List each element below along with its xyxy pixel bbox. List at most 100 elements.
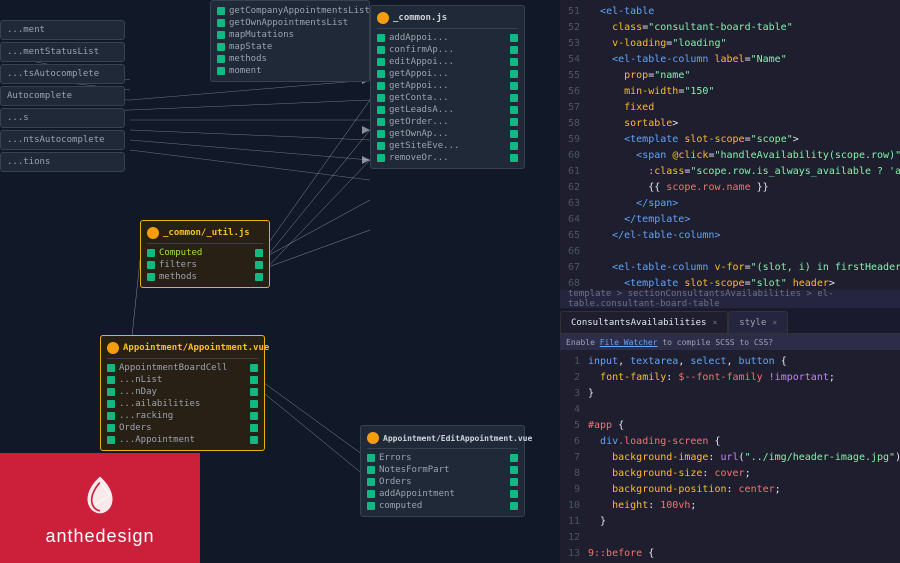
port-right [250,376,258,384]
code-line: 5#app { [560,418,900,434]
node-edit-appointment: Appointment/EditAppointment.vue Errors N… [360,425,525,517]
line-content: </template> [588,212,690,228]
line-number: 13 [560,546,588,562]
list-item: getSiteEve... [377,140,518,152]
close-icon[interactable]: × [712,318,717,327]
tab-consultants[interactable]: ConsultantsAvailabilities × [560,311,728,333]
line-content: <el-table-column v-for="(slot, i) in fir… [588,260,900,276]
list-item: methods [147,271,263,283]
list-item: mapMutations [217,29,363,41]
port-right [510,130,518,138]
item-label: getLeadsA... [389,105,454,115]
item-label: ...nDay [119,387,157,397]
code-line: 10 height: 100vh; [560,498,900,514]
port-dot [377,154,385,162]
code-line: 7 background-image: url("../img/header-i… [560,450,900,466]
list-item: AppointmentBoardCell [107,362,258,374]
item-label: Orders [379,477,412,487]
port-dot-right [255,273,263,281]
line-number: 6 [560,434,588,450]
code-line: 57 fixed [560,100,900,116]
item-label: getOrder... [389,117,449,127]
node-item-label: methods [159,272,197,282]
port-dot [107,424,115,432]
code-line: 51 <el-table [560,4,900,20]
code-line: 12 [560,530,900,546]
list-item: ...mentStatusList [0,42,125,62]
line-number: 5 [560,418,588,434]
port-right [510,70,518,78]
line-number: 61 [560,164,588,180]
port-dot [367,478,375,486]
port-right [250,364,258,372]
list-item: ...ment [0,20,125,40]
list-item: ...nDay [107,386,258,398]
port-dot [217,43,225,51]
port-dot [377,34,385,42]
line-number: 63 [560,196,588,212]
line-number: 53 [560,36,588,52]
code-line: 63 </span> [560,196,900,212]
node-icon-orange [367,432,379,444]
port-dot [377,70,385,78]
filewatcher-bar: Enable File Watcher to compile SCSS to C… [560,334,900,350]
item-label: getAppoi... [389,81,449,91]
item-label: ...ailabilities [119,399,200,409]
port-dot [367,454,375,462]
port-right [510,46,518,54]
item-label: Orders [119,423,152,433]
item-label: ...Appointment [119,435,195,445]
port-dot [217,31,225,39]
item-label: mapMutations [229,30,294,40]
port-dot [367,466,375,474]
line-content: input, textarea, select, button { [588,354,787,370]
node-title: Appointment/Appointment.vue [123,343,269,353]
port-dot [217,67,225,75]
port-right [250,424,258,432]
item-label: computed [379,501,422,511]
line-number: 68 [560,276,588,290]
filewatcher-link[interactable]: File Watcher [600,338,658,347]
line-content: div.loading-screen { [588,434,720,450]
code-editor: 51 <el-table 52 class="consultant-board-… [560,0,900,290]
list-item: filters [147,259,263,271]
port-dot [377,94,385,102]
tab-style[interactable]: style × [728,311,788,333]
list-item: ...tions [0,152,125,172]
port-right [250,388,258,396]
line-content: fixed [588,100,654,116]
port-dot [377,130,385,138]
port-dot [107,412,115,420]
line-content: <span @click="handleAvailability(scope.r… [588,148,900,164]
line-content: } [588,386,594,402]
item-label: ...racking [119,411,173,421]
line-content: background-position: center; [588,482,781,498]
breadcrumb: template > sectionConsultantsAvailabilit… [560,290,900,308]
list-item: Orders [107,422,258,434]
list-item: getOwnAp... [377,128,518,140]
line-number: 7 [560,450,588,466]
list-item: ...racking [107,410,258,422]
list-item: addAppointment [367,488,518,500]
code-line: 67 <el-table-column v-for="(slot, i) in … [560,260,900,276]
breadcrumb-text: template > sectionConsultantsAvailabilit… [568,289,892,309]
code-line: 60 <span @click="handleAvailability(scop… [560,148,900,164]
list-item: getConta... [377,92,518,104]
port-dot [367,490,375,498]
port-dot [107,436,115,444]
port-right [510,454,518,462]
tab-bar[interactable]: ConsultantsAvailabilities × style × [560,308,900,334]
list-item: computed [367,500,518,512]
line-number: 65 [560,228,588,244]
line-number: 3 [560,386,588,402]
line-number: 2 [560,370,588,386]
list-item: Orders [367,476,518,488]
list-item: NotesFormPart [367,464,518,476]
port-dot-right [255,249,263,257]
node-icon-orange [377,12,389,24]
close-icon[interactable]: × [772,318,777,327]
line-number: 67 [560,260,588,276]
list-item: Autocomplete [0,86,125,106]
line-number: 52 [560,20,588,36]
line-content: height: 100vh; [588,498,696,514]
